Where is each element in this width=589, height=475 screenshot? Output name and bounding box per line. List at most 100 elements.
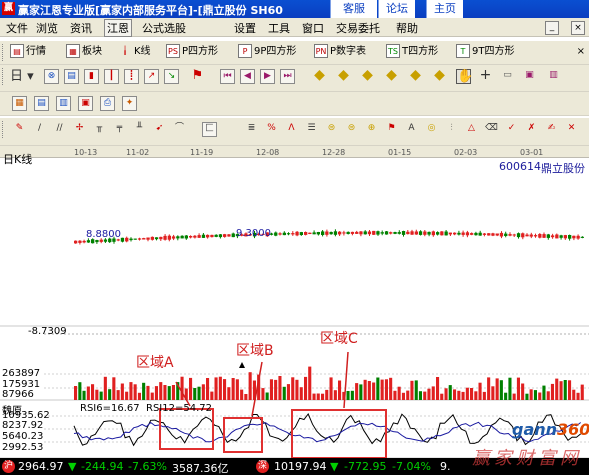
menu-window[interactable]: 窗口 (302, 20, 324, 36)
menu-tools[interactable]: 工具 (268, 20, 290, 36)
close-icon[interactable]: × (571, 21, 585, 35)
circle-icon[interactable]: ⊜ (324, 122, 339, 137)
prev-icon[interactable]: ◀ (240, 69, 255, 84)
export-icon[interactable]: ⎙ (100, 96, 115, 111)
9p-square-button[interactable]: P 9P四方形 (238, 44, 296, 60)
sh-change-pct: -7.63% (128, 460, 167, 473)
text-icon[interactable]: A (404, 122, 419, 137)
next-icon[interactable]: ▶ (260, 69, 275, 84)
level-lines-icon[interactable]: ≣ (244, 122, 259, 137)
zoom-out-diamond-icon[interactable]: ◆ (336, 68, 351, 84)
zoom-in-diamond-icon[interactable]: ◆ (312, 68, 327, 84)
homepage-button[interactable]: 主页 (426, 0, 463, 18)
pen-icon[interactable]: ✎ (12, 122, 27, 137)
menu-formula-select[interactable]: 公式选股 (142, 20, 186, 36)
menu-help[interactable]: 帮助 (396, 20, 418, 36)
calendar-icon[interactable]: ▦ (12, 96, 27, 111)
volume-bar (346, 391, 350, 400)
candles-icon[interactable]: ┃ (104, 69, 119, 84)
delete-icon[interactable]: ✕ (564, 122, 579, 137)
forum-button[interactable]: 论坛 (378, 0, 415, 18)
triangle-icon[interactable]: △ (464, 122, 479, 137)
spiral-icon[interactable]: ◎ (424, 122, 439, 137)
tool-icon[interactable]: ✦ (122, 96, 137, 111)
9t-square-button[interactable]: T 9T四方形 (456, 44, 514, 60)
volume-bar (240, 389, 244, 400)
app-logo-icon: 赢 (2, 2, 15, 15)
t-square-button[interactable]: TS T四方形 (386, 44, 438, 60)
p-square-button[interactable]: PS P四方形 (166, 44, 218, 60)
grid-lines-icon[interactable]: ☰ (304, 122, 319, 137)
crosshair-icon[interactable]: + (478, 68, 493, 84)
move-right-diamond-icon[interactable]: ◆ (384, 68, 399, 84)
volume-bar (457, 390, 461, 400)
fork-alt-icon[interactable]: ╤ (112, 122, 127, 137)
mark-up-icon[interactable]: ✓ (504, 122, 519, 137)
volume-bar (406, 390, 410, 400)
menu-gann[interactable]: 江恩 (104, 19, 132, 37)
volume-bar (355, 383, 359, 400)
hand-icon[interactable]: ✋ (456, 69, 473, 84)
volume-bar (227, 387, 231, 400)
channel-icon[interactable]: ∕∕ (52, 122, 67, 137)
arrow-mark-icon[interactable]: ➹ (152, 122, 167, 137)
chart-bars-icon[interactable]: ▮ (84, 69, 99, 84)
volume-label-high: 263897 (2, 368, 41, 379)
minimize-icon[interactable]: _ (545, 21, 559, 35)
menu-news[interactable]: 资讯 (70, 20, 92, 36)
p-number-table-button[interactable]: PN P数字表 (314, 44, 366, 60)
volume-bar (206, 378, 210, 400)
fan-icon[interactable]: ✢ (72, 122, 87, 137)
last-icon[interactable]: ⏭ (280, 69, 295, 84)
quote-button[interactable]: ▤ 行情 (10, 44, 46, 60)
first-icon[interactable]: ⏮ (220, 69, 235, 84)
calculator-icon[interactable]: ▤ (34, 96, 49, 111)
volume-bar (329, 377, 333, 400)
volume-bar (120, 383, 124, 400)
arc-icon[interactable]: ⌒ (172, 122, 187, 137)
flag-icon[interactable]: ⚑ (190, 69, 205, 84)
eraser-icon[interactable]: ⌫ (484, 122, 499, 137)
move-up-diamond-icon[interactable]: ◆ (408, 68, 423, 84)
volume-bar (559, 381, 563, 400)
network-icon[interactable]: ⊗ (44, 69, 59, 84)
trend-down-icon[interactable]: ↘ (164, 69, 179, 84)
menu-file[interactable]: 文件 (6, 20, 28, 36)
trend-up-icon[interactable]: ↗ (144, 69, 159, 84)
volume-bar (125, 391, 129, 400)
hand-draw-icon[interactable]: ✍ (544, 122, 559, 137)
watermark-site: 赢家财富网 (472, 448, 582, 469)
mark-down-icon[interactable]: ✗ (524, 122, 539, 137)
line-icon[interactable]: / (32, 122, 47, 137)
chart-type-icon[interactable]: ▥ (546, 69, 561, 84)
save-icon[interactable]: ▣ (78, 96, 93, 111)
fork-icon[interactable]: ╥ (92, 122, 107, 137)
title-bar: 赢 赢家江恩专业版[赢家内部服务平台]-[鼎立股份 SH60 客服 论坛 主页 (0, 0, 589, 18)
flag-mark-icon[interactable]: ⚑ (384, 122, 399, 137)
circle-grid-icon[interactable]: ⊕ (364, 122, 379, 137)
candles-alt-icon[interactable]: ┋ (124, 69, 139, 84)
menu-browse[interactable]: 浏览 (36, 20, 58, 36)
customer-service-button[interactable]: 客服 (330, 0, 377, 18)
move-left-diamond-icon[interactable]: ◆ (360, 68, 375, 84)
circle-alt-icon[interactable]: ⊜ (344, 122, 359, 137)
fibonacci-icon[interactable]: ᐱ (284, 122, 299, 137)
table-icon[interactable]: ▥ (56, 96, 71, 111)
percent-icon[interactable]: % (264, 122, 279, 137)
bars-icon[interactable]: ⫶ (444, 122, 459, 137)
period-dropdown[interactable]: 日 ▾ (10, 69, 36, 84)
toolbar-close-icon[interactable]: × (577, 46, 585, 57)
document-icon[interactable]: ▤ (64, 69, 79, 84)
sector-button[interactable]: ▦ 板块 (66, 44, 102, 60)
volume-bar (82, 390, 86, 400)
menu-trade[interactable]: 交易委托 (336, 20, 380, 36)
volume-bar (546, 391, 550, 400)
rectangle-icon[interactable]: ▭ (500, 69, 515, 84)
kline-button[interactable]: ╽ K线 (118, 44, 151, 60)
volume-bar (393, 390, 397, 400)
menu-settings[interactable]: 设置 (234, 20, 256, 36)
move-down-diamond-icon[interactable]: ◆ (432, 68, 447, 84)
fork-vertical-icon[interactable]: ╨ (132, 122, 147, 137)
bracket-icon[interactable]: 匚 (202, 122, 217, 137)
gift-icon[interactable]: ▣ (522, 69, 537, 84)
